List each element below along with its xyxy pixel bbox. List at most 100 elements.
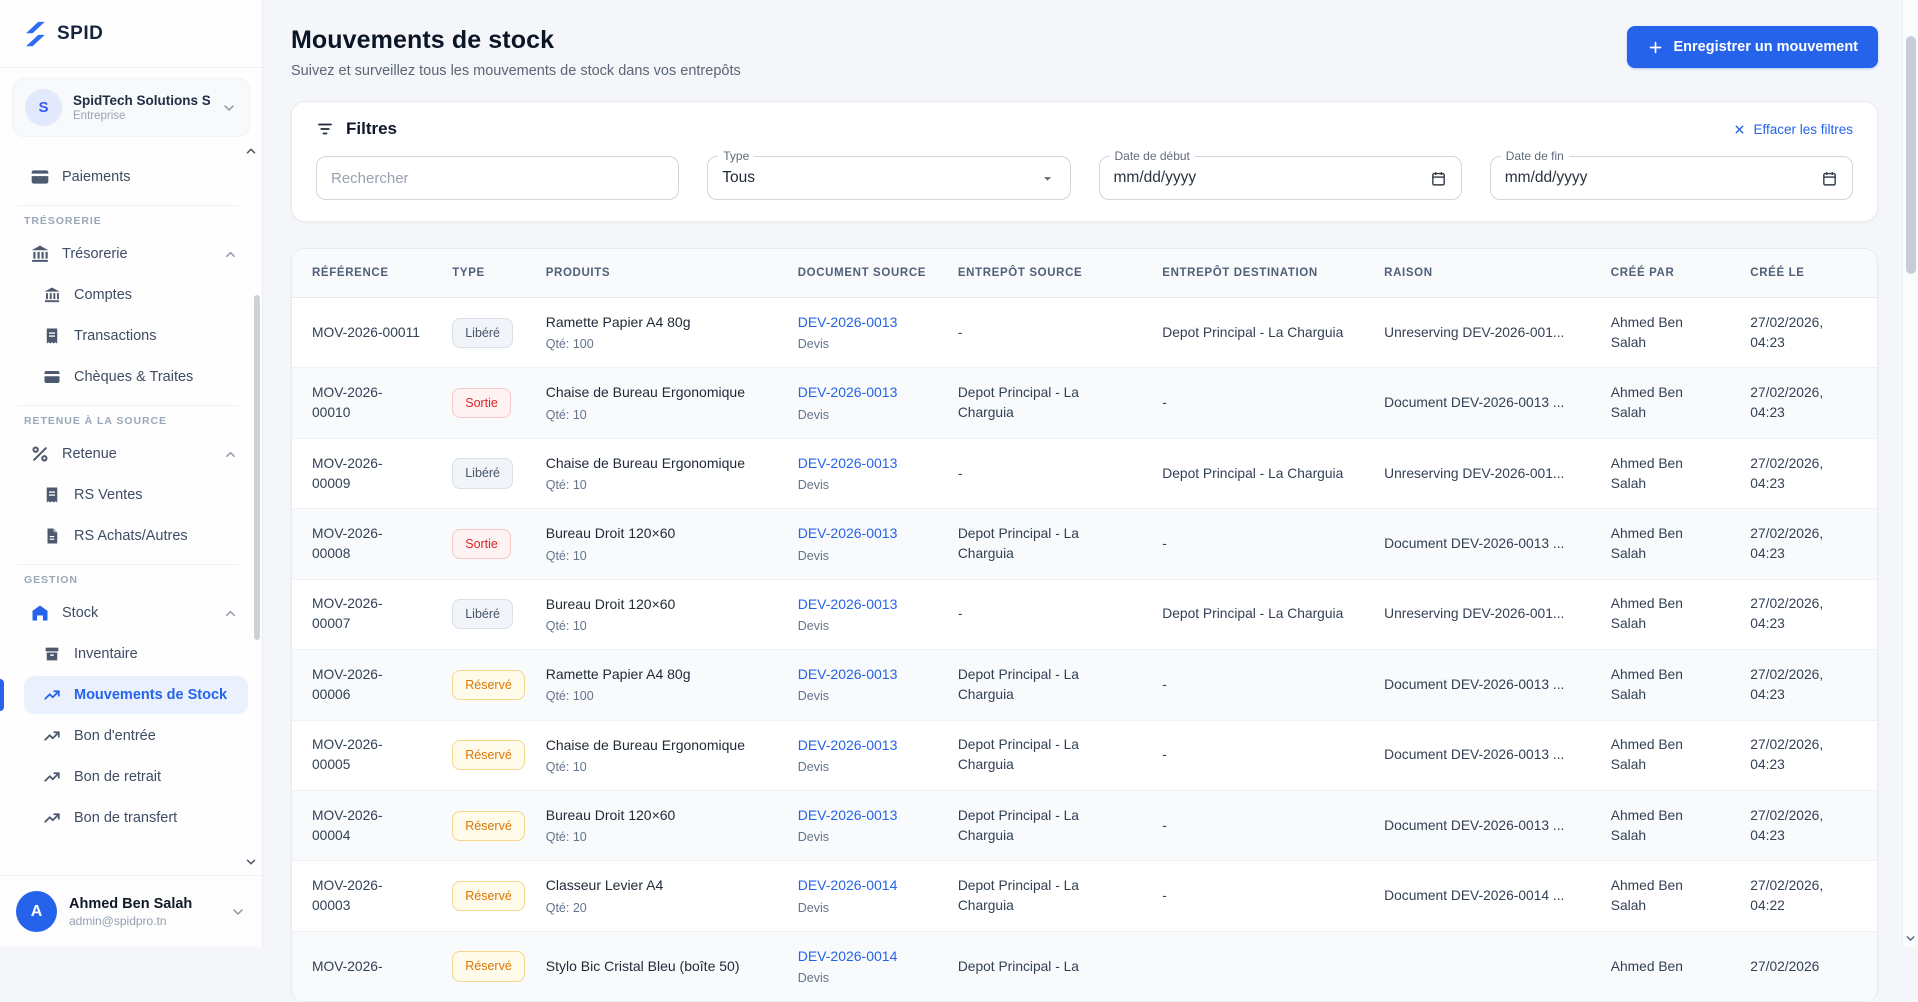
table-row[interactable]: MOV-2026-00003RéservéClasseur Levier A4Q… [292, 861, 1877, 931]
sidebar-scrollbar-thumb[interactable] [254, 295, 260, 640]
chevron-up-icon [223, 606, 238, 621]
add-movement-button[interactable]: Enregistrer un mouvement [1627, 26, 1878, 68]
document-cell: DEV-2026-0013Devis [782, 298, 942, 368]
reason-cell: Unreserving DEV-2026-001... [1368, 298, 1595, 368]
page-scrollbar[interactable] [1902, 0, 1918, 947]
created-by-cell: Ahmed Ben [1595, 931, 1734, 1001]
filters-panel: Filtres Effacer les filtres Type Tous [291, 101, 1878, 222]
chevron-up-icon[interactable] [244, 144, 258, 158]
table-row[interactable]: MOV-2026-RéservéStylo Bic Cristal Bleu (… [292, 931, 1877, 1001]
search-field [316, 156, 679, 200]
document-link[interactable]: DEV-2026-0014 [798, 946, 926, 966]
user-menu[interactable]: A Ahmed Ben Salah admin@spidpro.tn [0, 875, 262, 947]
product-name: Ramette Papier A4 80g [546, 664, 766, 684]
chevron-down-icon[interactable] [244, 855, 258, 869]
sidebar-item-label: Retenue [62, 446, 223, 462]
source-warehouse-cell: Depot Principal - La [942, 931, 1146, 1001]
nav-divider [18, 405, 238, 406]
warehouse-icon [30, 603, 50, 623]
document-link[interactable]: DEV-2026-0013 [798, 523, 926, 543]
calendar-icon[interactable] [1430, 170, 1447, 187]
table-row[interactable]: MOV-2026-00007LibéréBureau Droit 120×60Q… [292, 579, 1877, 649]
product-quantity: Qté: 10 [546, 476, 766, 494]
sidebar-item-tr-sorerie[interactable]: Trésorerie [24, 235, 248, 273]
chevron-down-icon[interactable] [1904, 932, 1917, 945]
sidebar-item-paiements[interactable]: Paiements [24, 158, 248, 196]
product-cell: Bureau Droit 120×60Qté: 10 [530, 509, 782, 579]
document-type: Devis [798, 406, 926, 424]
type-select[interactable]: Type Tous [707, 156, 1070, 200]
table-row[interactable]: MOV-2026-00005RéservéChaise de Bureau Er… [292, 720, 1877, 790]
company-selector[interactable]: S SpidTech Solutions SA... Entreprise [12, 78, 250, 137]
sidebar-item-rs-ventes[interactable]: RS Ventes [24, 476, 248, 514]
credit-card-icon [43, 368, 61, 386]
table-row[interactable]: MOV-2026-00004RéservéBureau Droit 120×60… [292, 790, 1877, 860]
sidebar-item-bon-d-entr-e[interactable]: Bon d'entrée [24, 717, 248, 755]
sidebar-item-stock[interactable]: Stock [24, 594, 248, 632]
product-name: Ramette Papier A4 80g [546, 312, 766, 332]
created-at-cell: 27/02/2026, 04:23 [1734, 368, 1877, 438]
created-by-cell: Ahmed Ben Salah [1595, 650, 1734, 720]
page-scrollbar-thumb[interactable] [1906, 36, 1916, 274]
type-badge: Libéré [452, 318, 513, 348]
document-link[interactable]: DEV-2026-0013 [798, 805, 926, 825]
document-cell: DEV-2026-0014Devis [782, 931, 942, 1001]
column-header-entrep-t-destination: ENTREPÔT DESTINATION [1146, 249, 1368, 298]
table-row[interactable]: MOV-2026-00010SortieChaise de Bureau Erg… [292, 368, 1877, 438]
product-cell: Chaise de Bureau ErgonomiqueQté: 10 [530, 368, 782, 438]
document-link[interactable]: DEV-2026-0013 [798, 382, 926, 402]
document-link[interactable]: DEV-2026-0013 [798, 453, 926, 473]
clear-filters-button[interactable]: Effacer les filtres [1733, 122, 1853, 137]
document-type: Devis [798, 899, 926, 917]
created-by-cell: Ahmed Ben Salah [1595, 720, 1734, 790]
search-input[interactable] [331, 170, 664, 187]
sidebar-item-bon-de-retrait[interactable]: Bon de retrait [24, 758, 248, 796]
sidebar-item-label: Mouvements de Stock [74, 687, 238, 703]
sidebar-item-transactions[interactable]: Transactions [24, 317, 248, 355]
created-at-cell: 27/02/2026, 04:23 [1734, 720, 1877, 790]
table-row[interactable]: MOV-2026-00006 Réservé Ramette Papier A4 8… [292, 650, 1877, 720]
reference-cell: MOV-2026-00006 [292, 650, 436, 720]
sidebar-item-inventaire[interactable]: Inventaire [24, 635, 248, 673]
type-cell: Libéré [436, 579, 530, 649]
created-at-cell: 27/02/2026, 04:23 [1734, 438, 1877, 508]
reason-cell: Document DEV-2026-0013 ... [1368, 790, 1595, 860]
table-row[interactable]: MOV-2026-00011LibéréRamette Papier A4 80… [292, 298, 1877, 368]
calendar-icon[interactable] [1821, 170, 1838, 187]
sidebar-item-label: Bon d'entrée [74, 728, 238, 744]
type-badge: Réservé [452, 670, 525, 700]
created-by-cell: Ahmed Ben Salah [1595, 579, 1734, 649]
date-end-input[interactable]: Date de fin mm/dd/yyyy [1490, 156, 1853, 200]
reason-cell: Document DEV-2026-0013 ... [1368, 368, 1595, 438]
product-quantity: Qté: 10 [546, 758, 766, 776]
sidebar-item-comptes[interactable]: Comptes [24, 276, 248, 314]
table-row[interactable]: MOV-2026-00009LibéréChaise de Bureau Erg… [292, 438, 1877, 508]
sidebar: SPID S SpidTech Solutions SA... Entrepri… [0, 0, 263, 947]
source-warehouse-cell: Depot Principal - La Charguia [942, 368, 1146, 438]
table-row[interactable]: MOV-2026-00008SortieBureau Droit 120×60Q… [292, 509, 1877, 579]
document-link[interactable]: DEV-2026-0013 [798, 594, 926, 614]
sidebar-item-retenue[interactable]: Retenue [24, 435, 248, 473]
product-quantity: Qté: 100 [546, 687, 766, 705]
sidebar-item-mouvements-de-stock[interactable]: Mouvements de Stock [24, 676, 248, 714]
document-link[interactable]: DEV-2026-0013 [798, 664, 926, 684]
sidebar-item-rs-achats-autres[interactable]: RS Achats/Autres [24, 517, 248, 555]
document-link[interactable]: DEV-2026-0014 [798, 875, 926, 895]
type-cell: Réservé [436, 861, 530, 931]
document-link[interactable]: DEV-2026-0013 [798, 735, 926, 755]
date-start-input[interactable]: Date de début mm/dd/yyyy [1099, 156, 1462, 200]
source-warehouse-cell: Depot Principal - La Charguia [942, 650, 1146, 720]
reference-cell: MOV-2026-00008 [292, 509, 436, 579]
product-cell: Ramette Papier A4 80gQté: 100 [530, 298, 782, 368]
source-warehouse-cell: Depot Principal - La Charguia [942, 790, 1146, 860]
column-header-entrep-t-source: ENTREPÔT SOURCE [942, 249, 1146, 298]
document-link[interactable]: DEV-2026-0013 [798, 312, 926, 332]
document-type: Devis [798, 547, 926, 565]
reference-cell: MOV-2026-00003 [292, 861, 436, 931]
date-start-label: Date de début [1110, 149, 1195, 163]
sidebar-item-bon-de-transfert[interactable]: Bon de transfert [24, 799, 248, 837]
type-badge: Réservé [452, 740, 525, 770]
created-at-cell: 27/02/2026, 04:22 [1734, 861, 1877, 931]
product-cell: Chaise de Bureau ErgonomiqueQté: 10 [530, 438, 782, 508]
sidebar-item-ch-ques-traites[interactable]: Chèques & Traites [24, 358, 248, 396]
